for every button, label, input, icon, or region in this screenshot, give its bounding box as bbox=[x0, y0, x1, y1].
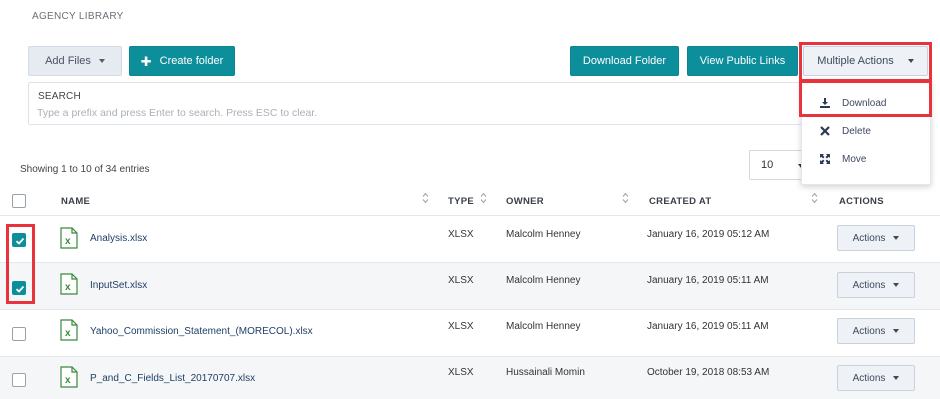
menu-item-download-label: Download bbox=[842, 97, 887, 109]
file-type: XLSX bbox=[448, 321, 474, 332]
file-name-link[interactable]: Analysis.xlsx bbox=[90, 233, 147, 244]
add-files-button[interactable]: Add Files bbox=[28, 46, 122, 76]
file-type: XLSX bbox=[448, 367, 474, 378]
entries-info: Showing 1 to 10 of 34 entries bbox=[20, 164, 150, 175]
svg-text:x: x bbox=[65, 236, 71, 247]
column-header-name[interactable]: NAME bbox=[61, 196, 90, 207]
row-actions-label: Actions bbox=[852, 232, 886, 244]
file-created-at: January 16, 2019 05:11 AM bbox=[647, 275, 769, 286]
column-header-created-at[interactable]: CREATED AT bbox=[649, 196, 711, 207]
create-folder-label: Create folder bbox=[159, 55, 224, 67]
plus-icon: ✚ bbox=[140, 53, 152, 69]
menu-item-delete-label: Delete bbox=[842, 125, 871, 137]
search-box: SEARCH bbox=[28, 82, 818, 125]
svg-text:x: x bbox=[65, 375, 71, 386]
search-label: SEARCH bbox=[38, 91, 81, 102]
add-files-label: Add Files bbox=[45, 55, 91, 67]
file-created-at: January 16, 2019 05:12 AM bbox=[647, 229, 770, 240]
excel-file-icon: x bbox=[60, 227, 78, 249]
chevron-down-icon bbox=[893, 283, 900, 287]
close-icon bbox=[819, 125, 831, 137]
menu-item-move[interactable]: Move bbox=[802, 147, 932, 171]
row-actions-button[interactable]: Actions bbox=[837, 318, 915, 344]
file-owner: Malcolm Henney bbox=[506, 321, 581, 332]
menu-item-move-label: Move bbox=[842, 153, 867, 165]
file-created-at: October 19, 2018 08:53 AM bbox=[647, 367, 770, 378]
select-all-checkbox[interactable] bbox=[12, 194, 26, 208]
file-owner: Hussainali Momin bbox=[506, 367, 585, 378]
excel-file-icon: x bbox=[60, 273, 78, 295]
download-icon bbox=[819, 97, 831, 109]
search-input[interactable] bbox=[37, 106, 807, 120]
file-name-link[interactable]: P_and_C_Fields_List_20170707.xlsx bbox=[90, 373, 255, 384]
file-owner: Malcolm Henney bbox=[506, 275, 581, 286]
row-checkbox[interactable] bbox=[12, 327, 26, 341]
menu-item-delete[interactable]: Delete bbox=[802, 119, 932, 143]
create-folder-button[interactable]: ✚ Create folder bbox=[129, 46, 235, 76]
column-header-type[interactable]: TYPE bbox=[448, 196, 474, 207]
svg-text:x: x bbox=[65, 282, 71, 293]
file-type: XLSX bbox=[448, 275, 474, 286]
row-checkbox[interactable] bbox=[12, 233, 26, 247]
file-name-link[interactable]: Yahoo_Commission_Statement_(MORECOL).xls… bbox=[90, 326, 313, 337]
row-actions-button[interactable]: Actions bbox=[837, 272, 915, 298]
section-title: AGENCY LIBRARY bbox=[32, 11, 124, 22]
file-owner: Malcolm Henney bbox=[506, 229, 581, 240]
file-name-link[interactable]: InputSet.xlsx bbox=[90, 280, 147, 291]
sort-icon[interactable] bbox=[811, 192, 818, 204]
view-public-links-label: View Public Links bbox=[699, 55, 786, 67]
sort-icon[interactable] bbox=[622, 192, 629, 204]
view-public-links-button[interactable]: View Public Links bbox=[687, 46, 798, 76]
svg-text:x: x bbox=[65, 328, 71, 339]
sort-icon[interactable] bbox=[422, 192, 429, 204]
chevron-down-icon bbox=[893, 236, 900, 240]
multiple-actions-menu: Download Delete Move bbox=[801, 80, 931, 185]
move-arrows-icon bbox=[819, 153, 831, 165]
file-created-at: January 16, 2019 05:11 AM bbox=[647, 321, 769, 332]
row-checkbox[interactable] bbox=[12, 281, 26, 295]
row-actions-label: Actions bbox=[852, 372, 886, 384]
row-actions-button[interactable]: Actions bbox=[837, 365, 915, 391]
download-folder-label: Download Folder bbox=[582, 55, 667, 67]
multiple-actions-button[interactable]: Multiple Actions bbox=[803, 46, 928, 76]
column-header-owner[interactable]: OWNER bbox=[506, 196, 544, 207]
column-header-actions: ACTIONS bbox=[839, 196, 884, 207]
row-actions-label: Actions bbox=[852, 279, 886, 291]
row-checkbox[interactable] bbox=[12, 373, 26, 387]
download-folder-button[interactable]: Download Folder bbox=[570, 46, 679, 76]
sort-icon[interactable] bbox=[480, 192, 487, 204]
excel-file-icon: x bbox=[60, 319, 78, 341]
per-page-select[interactable]: 10 bbox=[749, 150, 807, 180]
file-type: XLSX bbox=[448, 229, 474, 240]
row-actions-label: Actions bbox=[852, 325, 886, 337]
chevron-down-icon bbox=[98, 59, 105, 63]
chevron-down-icon bbox=[893, 376, 900, 380]
excel-file-icon: x bbox=[60, 366, 78, 388]
per-page-value: 10 bbox=[761, 159, 774, 171]
chevron-down-icon bbox=[907, 59, 914, 63]
menu-item-download[interactable]: Download bbox=[802, 91, 932, 115]
multiple-actions-label: Multiple Actions bbox=[817, 55, 894, 67]
chevron-down-icon bbox=[893, 329, 900, 333]
row-actions-button[interactable]: Actions bbox=[837, 225, 915, 251]
